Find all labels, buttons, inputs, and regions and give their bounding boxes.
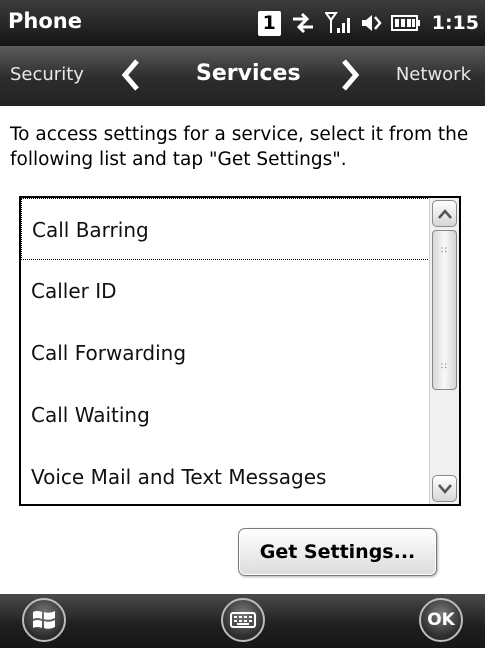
- data-connection-icon: [292, 12, 313, 34]
- status-bar: Phone 1 1:15: [0, 0, 485, 46]
- bottom-bar: OK: [0, 594, 485, 648]
- scroll-up-button[interactable]: [432, 200, 457, 227]
- sim-slot-icon: 1: [257, 10, 281, 36]
- list-item-call-forwarding[interactable]: Call Forwarding: [21, 322, 432, 384]
- grip-icon: ∷: [441, 362, 447, 372]
- keyboard-icon: [230, 612, 256, 628]
- clock[interactable]: 1:15: [432, 12, 479, 34]
- get-settings-button[interactable]: Get Settings...: [238, 528, 437, 576]
- grip-icon: ∷: [441, 246, 447, 256]
- signal-strength-icon: [324, 12, 350, 33]
- chevron-left-icon[interactable]: [120, 58, 142, 92]
- list-items: Call Barring Caller ID Call Forwarding C…: [21, 198, 432, 504]
- chevron-right-icon[interactable]: [339, 58, 361, 92]
- tab-services: Services: [196, 61, 301, 86]
- services-list[interactable]: Call Barring Caller ID Call Forwarding C…: [19, 196, 461, 506]
- scrollbar[interactable]: ∷ ∷: [429, 198, 459, 504]
- tab-network[interactable]: Network: [396, 64, 471, 85]
- keyboard-button[interactable]: [221, 598, 265, 642]
- scroll-down-button[interactable]: [432, 475, 457, 502]
- ok-button[interactable]: OK: [419, 598, 463, 642]
- battery-icon: [390, 15, 420, 31]
- list-item-caller-id[interactable]: Caller ID: [21, 260, 432, 322]
- chevron-up-icon: [437, 208, 452, 219]
- speaker-volume-icon: [361, 15, 382, 31]
- tab-navigation-bar: Security Services Network: [0, 46, 485, 106]
- list-item-call-barring[interactable]: Call Barring: [21, 198, 432, 260]
- instructions-text: To access settings for a service, select…: [10, 124, 469, 170]
- tab-security[interactable]: Security: [10, 64, 84, 85]
- scroll-thumb[interactable]: ∷ ∷: [432, 230, 457, 390]
- start-button[interactable]: [22, 598, 66, 642]
- chevron-down-icon: [437, 483, 452, 494]
- windows-start-icon: [33, 611, 55, 629]
- list-item-voice-mail[interactable]: Voice Mail and Text Messages: [21, 446, 432, 504]
- list-item-call-waiting[interactable]: Call Waiting: [21, 384, 432, 446]
- status-icons[interactable]: 1 1:15: [257, 8, 479, 38]
- app-title[interactable]: Phone: [8, 9, 82, 33]
